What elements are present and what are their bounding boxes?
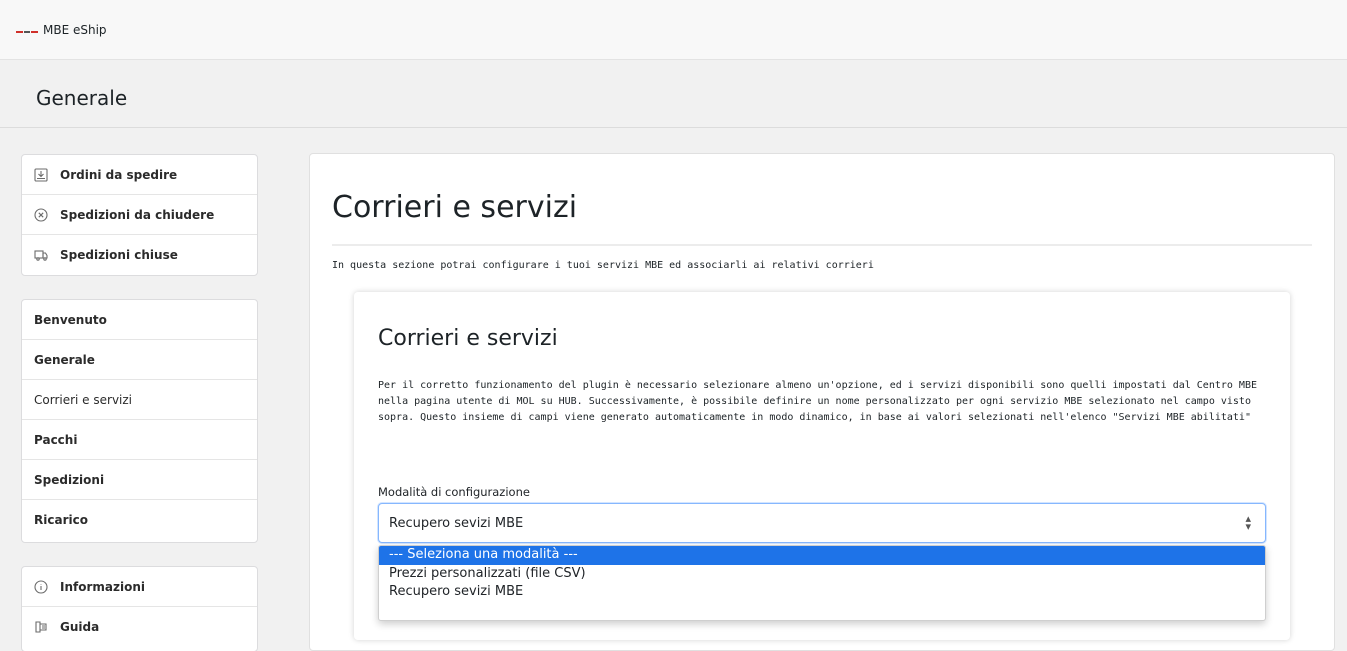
sidebar-item-spedizioni-da-chiudere[interactable]: Spedizioni da chiudere: [22, 195, 257, 235]
dropdown-option-prezzi-personalizzati[interactable]: Prezzi personalizzati (file CSV): [379, 565, 1265, 584]
configuration-mode-dropdown: --- Seleziona una modalità --- Prezzi pe…: [378, 545, 1266, 621]
sidebar-item-guida[interactable]: Guida: [22, 607, 257, 647]
top-bar: MBE eShip: [0, 0, 1347, 60]
sidebar-item-spedizioni-chiuse[interactable]: Spedizioni chiuse: [22, 235, 257, 275]
download-box-icon: [34, 167, 48, 182]
app-name[interactable]: MBE eShip: [43, 23, 107, 37]
sidebar-item-label: Benvenuto: [34, 312, 107, 327]
mbe-logo-icon: [16, 31, 38, 33]
guide-icon: [34, 620, 48, 634]
configuration-mode-label: Modalità di configurazione: [378, 485, 530, 499]
select-arrows-icon: ▴ ▾: [1245, 512, 1251, 533]
sidebar-item-ricarico[interactable]: Ricarico: [22, 500, 257, 540]
sidebar-item-label: Spedizioni chiuse: [60, 248, 178, 262]
configuration-mode-select[interactable]: Recupero sevizi MBE ▴ ▾: [378, 503, 1266, 543]
sidebar-item-label: Guida: [60, 620, 100, 634]
dropdown-option-recupero-servizi[interactable]: Recupero sevizi MBE: [379, 583, 1265, 602]
sidebar-help-group: Informazioni Guida: [21, 566, 258, 651]
circle-x-icon: [34, 207, 48, 222]
sidebar-item-label: Spedizioni: [34, 472, 105, 487]
title-divider: [332, 244, 1312, 246]
sidebar-item-label: Pacchi: [34, 432, 78, 447]
page-title: Generale: [36, 86, 128, 110]
sidebar-item-label: Generale: [34, 352, 95, 367]
truck-icon: [34, 248, 48, 262]
sidebar-item-label: Ricarico: [34, 513, 88, 527]
section-title: Corrieri e servizi: [332, 190, 578, 225]
sidebar-item-generale[interactable]: Generale: [22, 340, 257, 380]
card-title: Corrieri e servizi: [378, 326, 558, 351]
page-header: Generale: [0, 60, 1347, 128]
info-circle-icon: [34, 579, 48, 594]
sidebar-item-informazioni[interactable]: Informazioni: [22, 567, 257, 607]
sidebar-item-ordini-da-spedire[interactable]: Ordini da spedire: [22, 155, 257, 195]
sidebar-item-benvenuto[interactable]: Benvenuto: [22, 300, 257, 340]
dropdown-option-seleziona[interactable]: --- Seleziona una modalità ---: [379, 546, 1265, 565]
sidebar-item-label: Informazioni: [60, 579, 145, 594]
sidebar-item-corrieri-e-servizi[interactable]: Corrieri e servizi: [22, 380, 257, 420]
card-description: Per il corretto funzionamento del plugin…: [378, 380, 1257, 423]
sidebar-item-label: Corrieri e servizi: [34, 392, 133, 407]
sidebar-settings-group: Benvenuto Generale Corrieri e servizi Pa…: [21, 299, 258, 543]
sidebar-item-label: Ordini da spedire: [60, 167, 178, 182]
sidebar-shipments-group: Ordini da spedire Spedizioni da chiudere…: [21, 154, 258, 276]
section-description: In questa sezione potrai configurare i t…: [332, 260, 874, 271]
select-current-value: Recupero sevizi MBE: [389, 515, 524, 531]
sidebar-item-pacchi[interactable]: Pacchi: [22, 420, 257, 460]
sidebar-item-spedizioni[interactable]: Spedizioni: [22, 460, 257, 500]
sidebar-item-label: Spedizioni da chiudere: [60, 207, 215, 222]
